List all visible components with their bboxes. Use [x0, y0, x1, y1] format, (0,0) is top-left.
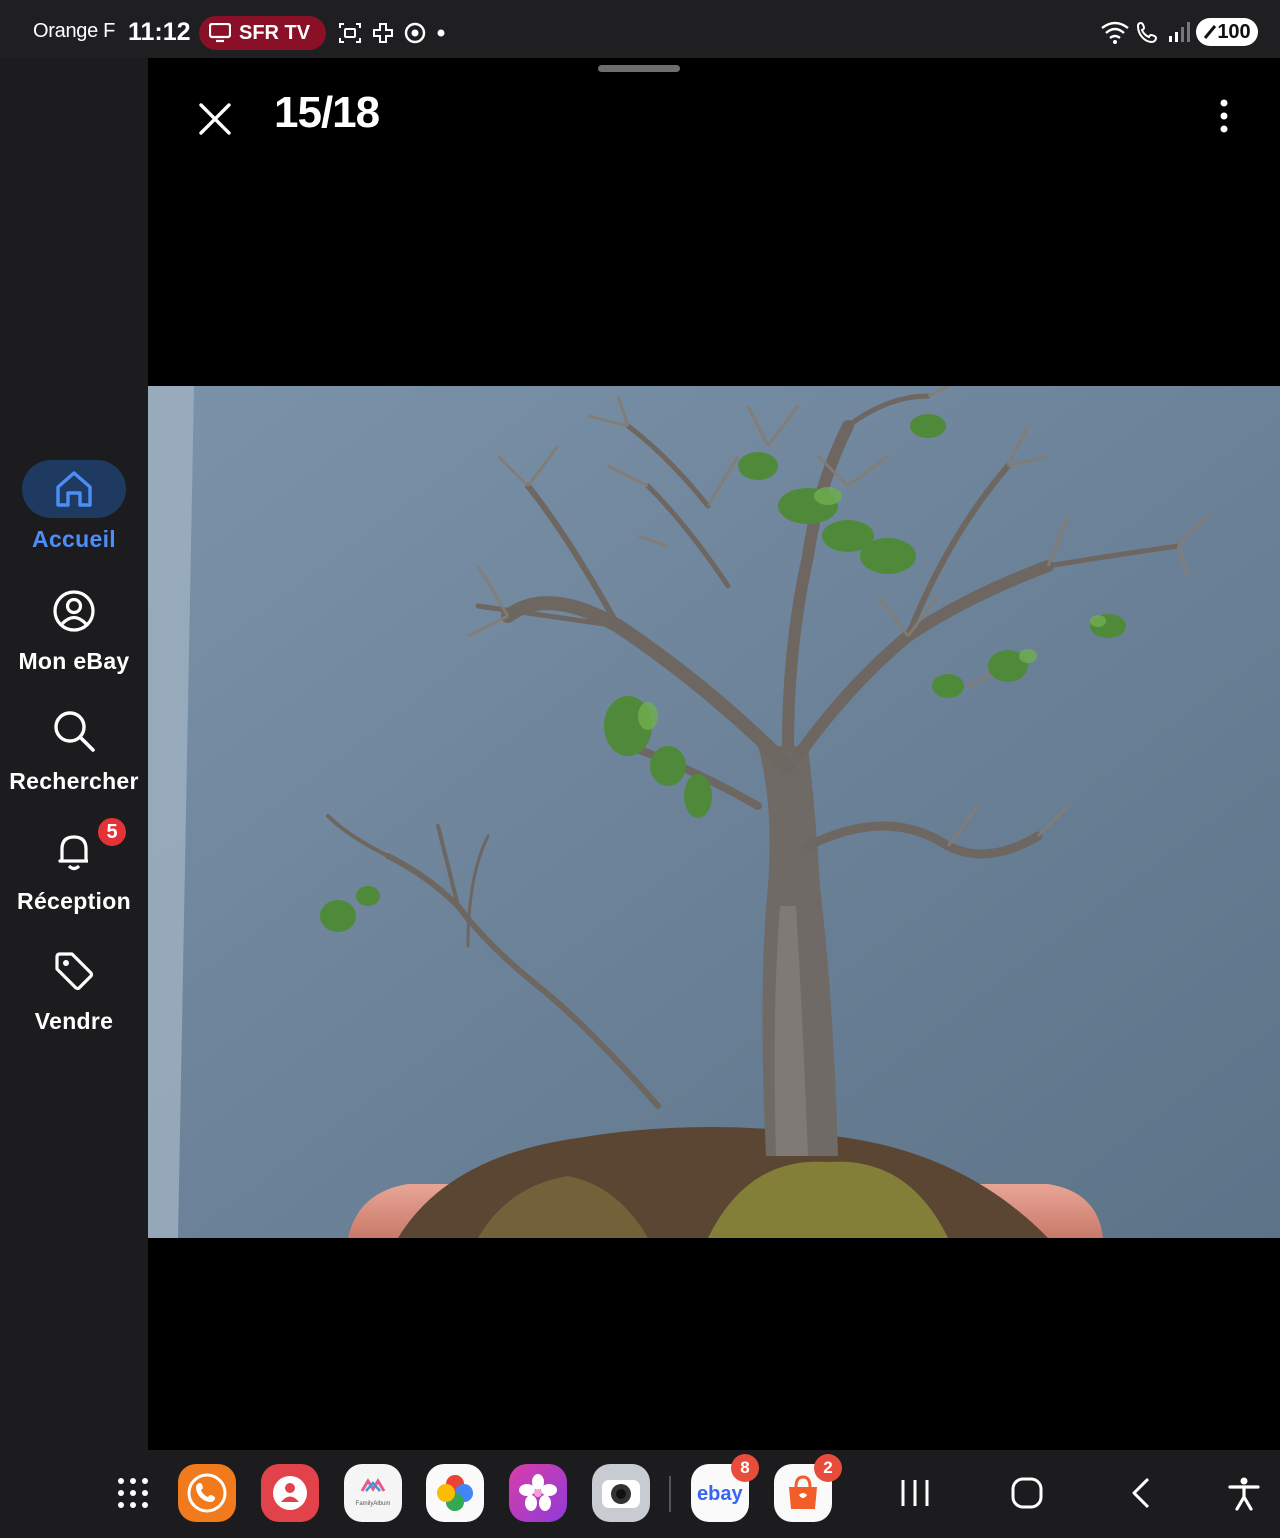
nav-label-vendre: Vendre: [34, 1008, 114, 1034]
nav-icon-container: [22, 702, 126, 760]
contacts-app[interactable]: [261, 1464, 319, 1522]
wifi-calling-icon: [1136, 21, 1158, 44]
family-album-app-icon: FamilyAlbum: [356, 1478, 391, 1507]
search-icon: [54, 711, 95, 752]
bell-icon: [58, 835, 88, 871]
image-counter: 15/18: [274, 88, 380, 137]
medical-cross-icon: [373, 23, 393, 43]
nav-label-rechercher: Rechercher: [9, 768, 139, 794]
battery-saver-icon: [1204, 25, 1217, 39]
notification-count-badge: 5: [96, 816, 128, 848]
nav-label-mon-ebay: Mon eBay: [18, 648, 130, 674]
tag-icon: [55, 952, 94, 991]
home-icon: [56, 471, 92, 507]
more-options-button[interactable]: [1214, 96, 1234, 136]
shop-app[interactable]: 2: [774, 1454, 842, 1522]
close-button[interactable]: [192, 96, 238, 142]
status-bar: Orange F 11:12 SFR TV 100: [0, 0, 1280, 58]
signal-icon: [1169, 22, 1190, 42]
nav-icon-container: [22, 942, 126, 1000]
ebay-notification-badge: 8: [731, 1454, 759, 1482]
gallery-app-icon: [519, 1474, 557, 1511]
nav-label-accueil: Accueil: [32, 526, 116, 552]
nav-label-reception: Réception: [17, 888, 131, 914]
phone-app[interactable]: [178, 1464, 236, 1522]
image-viewer: 15/18: [148, 58, 1280, 1450]
app-drawer-icon: [118, 1478, 148, 1508]
cast-indicator[interactable]: SFR TV: [199, 16, 326, 50]
family-album-app[interactable]: FamilyAlbum: [344, 1464, 402, 1522]
nav-item-reception[interactable]: 5 Réception: [0, 816, 148, 915]
battery-level: 100: [1217, 20, 1251, 43]
gallery-app[interactable]: [509, 1464, 567, 1522]
cast-label: SFR TV: [239, 21, 311, 44]
ebay-logo-text: ebay: [697, 1483, 743, 1505]
tv-icon: [209, 23, 231, 43]
google-photos-app[interactable]: [426, 1464, 484, 1522]
camera-app[interactable]: [592, 1464, 650, 1522]
product-photo[interactable]: [148, 386, 1280, 1238]
nav-icon-container: [22, 582, 126, 640]
recents-button[interactable]: [898, 1476, 932, 1515]
dock-divider: [669, 1476, 671, 1512]
screenshot-icon: [339, 23, 361, 43]
nav-item-rechercher[interactable]: Rechercher: [0, 702, 148, 795]
ebay-app[interactable]: ebay 8: [691, 1454, 759, 1522]
notification-icons: [338, 21, 446, 45]
back-button[interactable]: [1126, 1476, 1156, 1515]
nav-icon-container: 5: [22, 816, 128, 880]
sheet-drag-handle[interactable]: [598, 65, 680, 72]
nav-item-vendre[interactable]: Vendre: [0, 942, 148, 1035]
home-nav-icon: [1011, 1477, 1043, 1509]
ebay-app-icon: ebay: [697, 1483, 743, 1505]
system-icons: 100: [1100, 18, 1258, 46]
app-drawer-button[interactable]: [104, 1464, 162, 1522]
battery-indicator: 100: [1196, 18, 1258, 46]
carrier-name: Orange F: [33, 20, 116, 42]
navigation-rail: Accueil Mon eBay Rechercher 5 Réception …: [0, 58, 148, 1450]
shop-notification-badge: 2: [814, 1454, 842, 1482]
google-photos-app-icon: [437, 1475, 473, 1511]
nav-item-mon-ebay[interactable]: Mon eBay: [0, 582, 148, 675]
clock: 11:12: [128, 18, 191, 46]
wifi-icon: [1101, 21, 1129, 44]
phone-app-icon: [187, 1473, 227, 1513]
accessibility-button[interactable]: [1226, 1476, 1262, 1517]
camera-app-icon: [602, 1480, 640, 1508]
chrome-icon: [404, 22, 426, 44]
nav-item-accueil[interactable]: Accueil: [0, 460, 148, 553]
accessibility-icon: [1228, 1477, 1260, 1511]
app-dock: FamilyAlbum ebay 8 2: [0, 1450, 1280, 1538]
more-vertical-icon: [1220, 99, 1228, 133]
family-album-label: FamilyAlbum: [356, 1501, 391, 1507]
recent-apps-icon: [901, 1480, 929, 1506]
back-icon: [1132, 1477, 1150, 1509]
contacts-app-icon: [273, 1476, 307, 1510]
more-notifications-dot-icon: [437, 29, 445, 37]
nav-active-indicator: [22, 460, 126, 518]
close-icon: [199, 103, 231, 135]
profile-icon: [53, 590, 95, 632]
home-button[interactable]: [1010, 1476, 1044, 1515]
bonsai-photo-image: [148, 386, 1280, 1238]
